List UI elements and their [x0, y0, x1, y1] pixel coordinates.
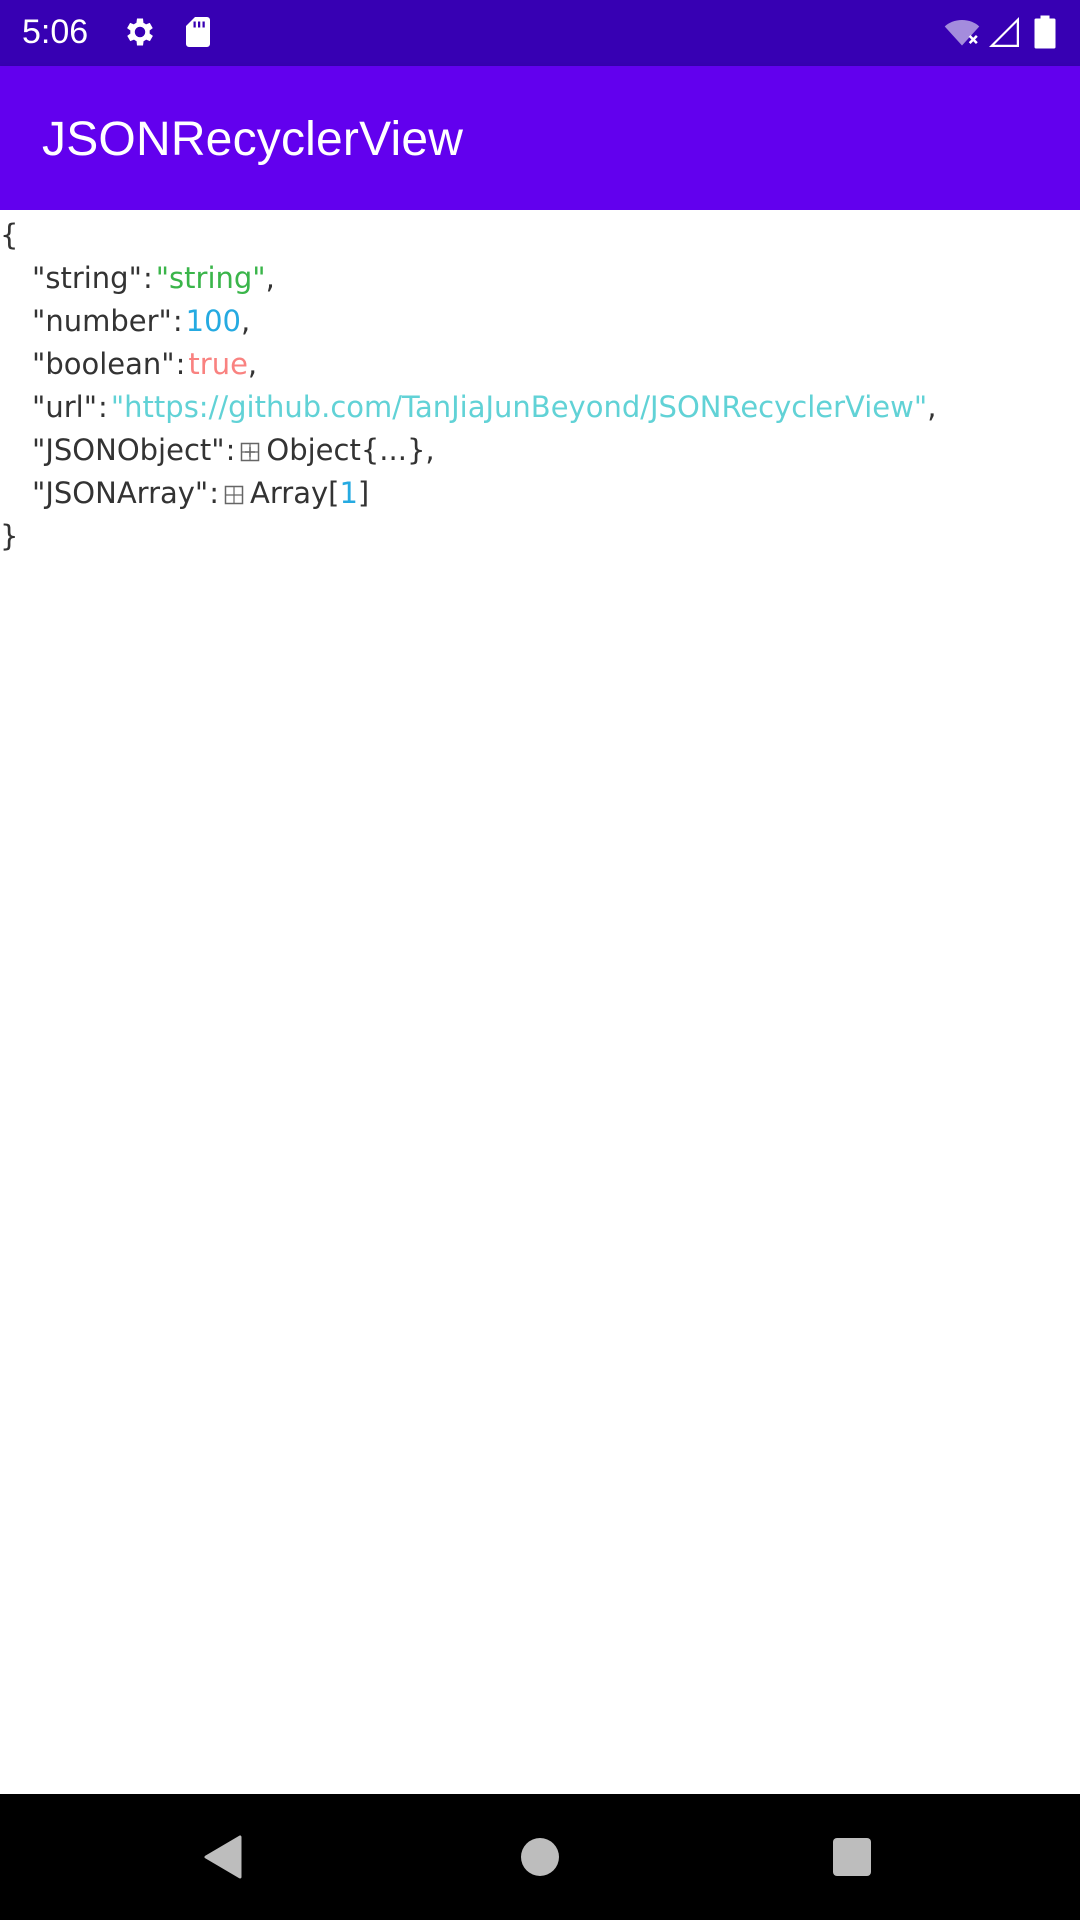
json-value-string: "string" [155, 261, 266, 295]
json-key: "boolean" [32, 347, 175, 381]
json-colon: : [209, 476, 220, 510]
json-value-number: 100 [185, 304, 242, 338]
array-collapsed-label[interactable]: Array[ [250, 476, 339, 510]
cell-signal-icon [986, 14, 1022, 50]
expand-plus-icon[interactable] [224, 485, 244, 505]
recents-icon[interactable] [824, 1829, 880, 1885]
json-comma: , [247, 347, 258, 381]
screen: 5:06 JSONRecyclerView { "string": "strin… [0, 0, 1080, 1920]
json-close-brace-line: } [0, 515, 18, 558]
json-comma: , [425, 433, 435, 467]
app-title: JSONRecyclerView [42, 113, 464, 166]
json-colon: : [172, 304, 183, 338]
json-key: "number" [32, 304, 172, 338]
json-key: "url" [32, 390, 98, 424]
json-key: "JSONArray" [32, 476, 209, 510]
json-comma: , [265, 261, 275, 295]
home-icon[interactable] [512, 1829, 568, 1885]
json-comma: , [927, 390, 937, 424]
json-comma: , [241, 304, 251, 338]
json-colon: : [225, 433, 236, 467]
json-key: "JSONObject" [32, 433, 225, 467]
array-count: 1 [339, 476, 358, 510]
json-colon: : [142, 261, 153, 295]
json-entry-number[interactable]: "number": 100, [0, 300, 250, 343]
expand-plus-icon[interactable] [240, 442, 260, 462]
navigation-bar [0, 1794, 1080, 1920]
battery-icon [1030, 14, 1060, 50]
json-entry-array[interactable]: "JSONArray": Array[1] [0, 472, 369, 515]
app-bar: JSONRecyclerView [0, 66, 1080, 210]
json-entry-string[interactable]: "string": "string", [0, 257, 275, 300]
json-entry-boolean[interactable]: "boolean": true, [0, 343, 257, 386]
json-entry-object[interactable]: "JSONObject": Object{...}, [0, 429, 435, 472]
json-viewer[interactable]: { "string": "string", "number": 100, "bool… [0, 210, 1080, 1794]
object-collapsed-label[interactable]: Object{...} [266, 433, 425, 467]
status-time: 5:06 [22, 13, 89, 51]
status-bar: 5:06 [0, 0, 1080, 66]
json-entry-url[interactable]: "url": "https://github.com/TanJiaJunBeyon… [0, 386, 936, 429]
array-close-bracket: ] [357, 476, 370, 510]
gear-icon [122, 14, 158, 50]
back-icon[interactable] [198, 1829, 254, 1885]
close-brace: } [0, 519, 19, 553]
json-value-url-link[interactable]: "https://github.com/TanJiaJunBeyond/JSON… [111, 390, 927, 424]
json-value-boolean: true [188, 347, 248, 381]
json-key: "string" [32, 261, 142, 295]
json-colon: : [98, 390, 108, 424]
open-brace: { [0, 218, 19, 252]
wifi-off-icon [944, 14, 980, 50]
json-colon: : [175, 347, 186, 381]
json-open-brace-line: { [0, 214, 18, 257]
sd-card-icon [180, 14, 216, 50]
